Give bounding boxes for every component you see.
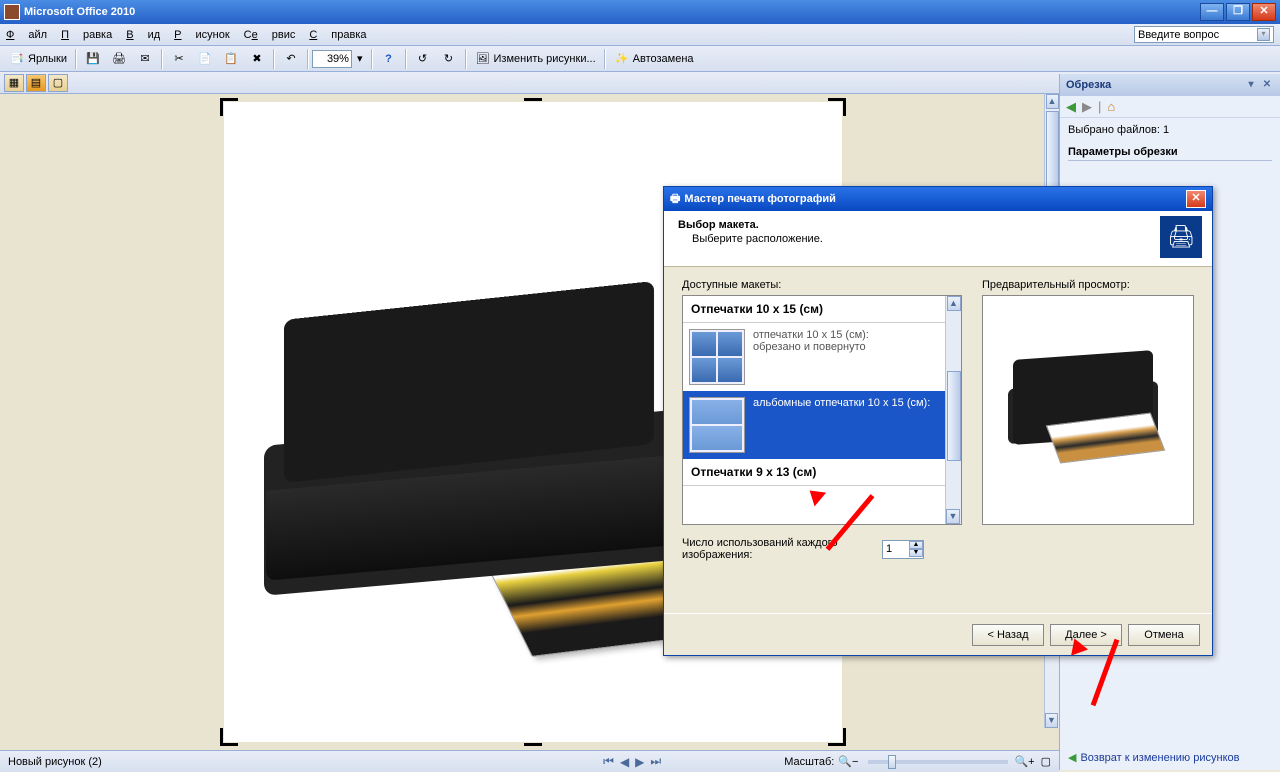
wizard-header-icon: 🖨 — [1160, 216, 1202, 258]
nav-back-icon[interactable]: ◀ — [1066, 99, 1076, 115]
count-input[interactable] — [883, 542, 909, 556]
scroll-down-button[interactable]: ▼ — [1045, 713, 1058, 728]
main-toolbar: 📑Ярлыки 💾 🖨 ✉ ✂ 📄 📋 ✖ ↶ 39% ▾ ? ↺ ↻ 🖼Изм… — [0, 46, 1280, 72]
prev-button[interactable]: ◀ — [620, 755, 629, 769]
crop-params-label: Параметры обрезки — [1068, 146, 1272, 161]
last-button[interactable]: ⏭ — [650, 754, 661, 769]
crop-handle-bl[interactable] — [220, 728, 238, 746]
app-title: Microsoft Office 2010 — [24, 6, 135, 18]
preview-label: Предварительный просмотр: — [982, 279, 1194, 291]
layout-item-2-selected[interactable]: альбомные отпечатки 10 x 15 (см): — [683, 391, 945, 459]
first-button[interactable]: ⏮ — [603, 754, 614, 769]
menu-edit[interactable]: Правка — [61, 29, 112, 41]
fit-button[interactable]: ▢ — [1041, 755, 1051, 768]
wizard-footer: < Назад Далее > Отмена — [664, 613, 1212, 655]
nav-home-icon[interactable]: ⌂ — [1107, 99, 1115, 114]
autocorrect-button[interactable]: ✨Автозамена — [610, 49, 698, 69]
menu-file[interactable]: Файл — [6, 29, 47, 41]
taskpane-nav: ◀ ▶ | ⌂ — [1060, 96, 1280, 118]
maximize-button[interactable]: ❐ — [1226, 3, 1250, 21]
wizard-icon: 🖶 — [670, 190, 680, 209]
crop-handle-tm[interactable] — [524, 98, 542, 116]
cancel-button[interactable]: Отмена — [1128, 624, 1200, 646]
minimize-button[interactable]: — — [1200, 3, 1224, 21]
wizard-titlebar[interactable]: 🖶 Мастер печати фотографий ✕ — [664, 187, 1212, 211]
paste-button[interactable]: 📋 — [219, 49, 243, 69]
taskpane-dropdown-button[interactable]: ▾ — [1244, 78, 1258, 92]
count-label: Число использований каждого изображения: — [682, 537, 882, 561]
print-button[interactable]: 🖨 — [107, 49, 131, 69]
copy-button[interactable]: 📄 — [193, 49, 217, 69]
wizard-header: Выбор макета. Выберите расположение. 🖨 — [664, 211, 1212, 267]
menu-help[interactable]: Справка — [309, 29, 366, 41]
chevron-down-icon[interactable]: ▾ — [1257, 28, 1270, 41]
zoom-out-icon[interactable]: 🔍− — [838, 755, 858, 768]
next-button[interactable]: Далее > — [1050, 624, 1122, 646]
document-name: Новый рисунок (2) — [8, 756, 102, 768]
taskpane-header: Обрезка ▾ ✕ — [1060, 74, 1280, 96]
labels-button[interactable]: 📑Ярлыки — [5, 49, 71, 69]
zoom-in-icon[interactable]: 🔍+ — [1014, 755, 1034, 768]
files-selected-label: Выбрано файлов: 1 — [1068, 124, 1272, 136]
close-button[interactable]: ✕ — [1252, 3, 1276, 21]
crop-handle-br[interactable] — [828, 728, 846, 746]
zoom-slider[interactable] — [868, 760, 1008, 764]
app-icon — [4, 4, 20, 20]
wizard-close-button[interactable]: ✕ — [1186, 190, 1206, 208]
menu-service[interactable]: Сервис — [244, 29, 296, 41]
zoom-dropdown[interactable]: ▾ — [353, 49, 367, 69]
crop-handle-tr[interactable] — [828, 98, 846, 116]
menu-bar: Файл Правка Вид Рисунок Сервис Справка В… — [0, 24, 1280, 46]
view-thumbnails-button[interactable]: ▦ — [4, 74, 24, 92]
menu-view[interactable]: Вид — [126, 29, 160, 41]
menu-picture[interactable]: Рисунок — [174, 29, 230, 41]
help-search-input[interactable]: Введите вопрос ▾ — [1134, 26, 1274, 43]
cut-button[interactable]: ✂ — [167, 49, 191, 69]
next-button[interactable]: ▶ — [635, 755, 644, 769]
wizard-subheading: Выберите расположение. — [692, 233, 1198, 245]
view-filmstrip-button[interactable]: ▤ — [26, 74, 46, 92]
print-wizard-dialog: 🖶 Мастер печати фотографий ✕ Выбор макет… — [663, 186, 1213, 656]
spin-up-button[interactable]: ▲ — [909, 541, 923, 549]
scroll-up-button[interactable]: ▲ — [1046, 94, 1059, 109]
zoom-label: Масштаб: — [784, 756, 834, 768]
nav-forward-icon: ▶ — [1082, 99, 1092, 115]
help-button[interactable]: ? — [377, 49, 401, 69]
list-scrollbar[interactable]: ▲ ▼ — [945, 296, 961, 524]
layout-group-1: Отпечатки 10 x 15 (см) — [683, 296, 945, 323]
crop-handle-tl[interactable] — [220, 98, 238, 116]
layout-group-2: Отпечатки 9 x 13 (см) — [683, 459, 945, 486]
taskpane-close-button[interactable]: ✕ — [1260, 78, 1274, 92]
layouts-label: Доступные макеты: — [682, 279, 962, 291]
layouts-list[interactable]: Отпечатки 10 x 15 (см) отпечатки 10 x 15… — [682, 295, 962, 525]
mail-button[interactable]: ✉ — [133, 49, 157, 69]
window-titlebar: Microsoft Office 2010 — ❐ ✕ — [0, 0, 1280, 24]
layout-item-1[interactable]: отпечатки 10 x 15 (см):обрезано и поверн… — [683, 323, 945, 391]
undo-button[interactable]: ↶ — [279, 49, 303, 69]
spin-down-button[interactable]: ▼ — [909, 549, 923, 557]
back-arrow-icon: ◀ — [1068, 751, 1076, 764]
count-spinbox[interactable]: ▲▼ — [882, 540, 924, 559]
zoom-input[interactable]: 39% — [312, 50, 352, 68]
save-button[interactable]: 💾 — [81, 49, 105, 69]
view-single-button[interactable]: ▢ — [48, 74, 68, 92]
rotate-left-button[interactable]: ↺ — [411, 49, 435, 69]
delete-button[interactable]: ✖ — [245, 49, 269, 69]
rotate-right-button[interactable]: ↻ — [437, 49, 461, 69]
back-button[interactable]: < Назад — [972, 624, 1044, 646]
wizard-heading: Выбор макета. — [678, 219, 1198, 231]
nav-arrows: ⏮ ◀ ▶ ⏭ — [600, 754, 664, 769]
status-bar: Новый рисунок (2) ⏮ ◀ ▶ ⏭ Масштаб: 🔍− 🔍+… — [0, 750, 1059, 772]
preview-panel — [982, 295, 1194, 525]
edit-pictures-button[interactable]: 🖼Изменить рисунки... — [471, 49, 600, 69]
return-to-edit-link[interactable]: ◀ Возврат к изменению рисунков — [1068, 751, 1239, 764]
crop-handle-bm[interactable] — [524, 728, 542, 746]
